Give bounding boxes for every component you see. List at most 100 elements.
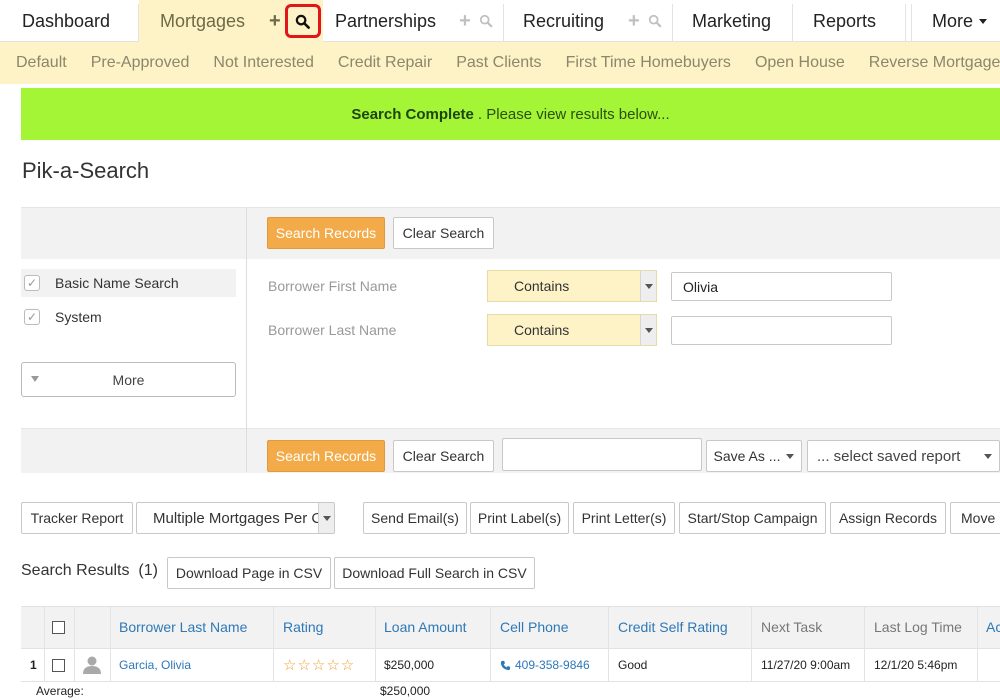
subnav-item[interactable]: Default [16,54,67,72]
filter-basic-name-search[interactable]: ✓ Basic Name Search [21,269,236,297]
col-borrower-last-name[interactable]: Borrower Last Name [119,606,247,648]
phone-icon [500,660,511,670]
start-stop-campaign-button[interactable]: Start/Stop Campaign [679,502,826,534]
star-rating[interactable]: ☆☆☆☆☆ [283,648,355,682]
tab-divider [503,4,504,42]
dropdown-arrow-icon [640,315,656,345]
col-loan-amount[interactable]: Loan Amount [384,606,467,648]
subnav-item[interactable]: Not Interested [213,54,314,72]
tab-label: Mortgages [160,10,246,31]
save-as-button[interactable]: Save As ... [706,440,802,472]
caret-down-icon [786,453,795,459]
avatar [82,648,102,682]
borrower-name-link[interactable]: Garcia, Olivia [119,648,191,682]
sub-nav: Default Pre-Approved Not Interested Cred… [0,42,1000,84]
column-divider [375,606,376,682]
first-name-input[interactable] [671,272,892,301]
row-checkbox[interactable] [52,648,65,682]
credit-self-rating: Good [618,658,648,672]
operator-value: Contains [514,278,570,294]
triangle-down-icon [31,376,39,382]
print-letters-button[interactable]: Print Letter(s) [573,502,675,534]
tab-reports[interactable]: Reports [813,0,876,42]
plus-icon[interactable]: + [459,11,471,31]
tab-marketing[interactable]: Marketing [692,0,771,42]
search-results-title: Search Results (1) [21,562,158,580]
tab-partnerships[interactable]: Partnerships + [335,0,493,42]
column-divider [110,606,111,682]
banner-bold: Search Complete [351,105,474,123]
page-title: Pik-a-Search [22,158,150,183]
dropdown-arrow-icon [640,271,656,301]
last-name-label: Borrower Last Name [268,322,397,338]
column-divider [977,606,978,682]
tab-recruiting[interactable]: Recruiting + [523,0,662,42]
col-next-task[interactable]: Next Task [761,606,822,648]
saved-report-placeholder: ... select saved report [817,447,961,465]
column-divider [864,606,865,682]
download-full-csv-button[interactable]: Download Full Search in CSV [334,557,535,589]
clear-search-button-bottom[interactable]: Clear Search [393,440,494,472]
first-name-label: Borrower First Name [268,278,398,294]
tab-divider [905,4,906,42]
multiple-mortgages-select[interactable]: Multiple Mortgages Per C [136,502,335,534]
print-labels-button[interactable]: Print Label(s) [470,502,569,534]
tracker-report-button[interactable]: Tracker Report [21,502,133,534]
download-page-csv-button[interactable]: Download Page in CSV [167,557,331,589]
report-name-input[interactable] [502,438,702,471]
subnav-item[interactable]: Past Clients [456,54,541,72]
subnav-item[interactable]: Reverse Mortgage [869,54,1000,72]
subnav-item[interactable]: First Time Homebuyers [566,54,731,72]
plus-icon[interactable]: + [628,11,640,31]
tab-label: Partnerships [335,10,437,31]
last-log-time: 12/1/20 5:46pm [874,658,958,672]
plus-icon[interactable]: + [269,11,281,31]
saved-report-select[interactable]: ... select saved report [807,440,1000,472]
subnav-item[interactable]: Open House [755,54,845,72]
tab-divider [672,4,673,42]
first-name-operator-select[interactable]: Contains [487,270,657,302]
operator-value: Contains [514,322,570,338]
clear-search-button[interactable]: Clear Search [393,217,494,249]
search-icon[interactable] [479,14,493,28]
search-icon[interactable] [648,14,662,28]
average-loan-amount: $250,000 [380,684,431,698]
col-rating[interactable]: Rating [283,606,323,648]
column-divider [490,606,491,682]
results-count: (1) [138,562,158,579]
more-label: More [932,10,974,31]
search-records-button-bottom[interactable]: Search Records [267,440,385,472]
last-name-input[interactable] [671,316,892,345]
filter-system[interactable]: ✓ System [21,303,236,331]
col-cell-phone[interactable]: Cell Phone [500,606,569,648]
cell-phone-link[interactable]: 409-358-9846 [500,648,590,682]
subnav-item[interactable]: Pre-Approved [91,54,190,72]
select-all-checkbox[interactable] [52,606,65,648]
search-records-button[interactable]: Search Records [267,217,385,249]
send-emails-button[interactable]: Send Email(s) [363,502,467,534]
tab-label: Reports [813,10,877,31]
col-credit-self-rating[interactable]: Credit Self Rating [618,606,728,648]
results-label: Search Results [21,562,130,579]
checkbox-checked-icon[interactable]: ✓ [24,275,40,291]
col-last-log-time[interactable]: Last Log Time [874,606,962,648]
caret-down-icon [984,453,993,459]
checkbox-checked-icon[interactable]: ✓ [24,309,40,325]
search-icon[interactable] [284,4,321,38]
more-menu[interactable]: More [932,0,988,42]
tab-mortgages[interactable]: Mortgages + [139,0,323,42]
person-icon [83,656,101,674]
column-divider [608,606,609,682]
tab-label: Recruiting [523,10,605,31]
assign-records-button[interactable]: Assign Records [830,502,946,534]
more-label: More [112,371,145,388]
col-ac[interactable]: Ac [986,606,1000,648]
more-filters-button[interactable]: More [21,362,236,397]
column-divider [74,606,75,682]
caret-down-icon [979,18,988,24]
last-name-operator-select[interactable]: Contains [487,314,657,346]
success-banner: Search Complete. Please view results bel… [21,88,1000,140]
subnav-item[interactable]: Credit Repair [338,54,432,72]
tab-dashboard[interactable]: Dashboard [22,0,110,42]
move-button[interactable]: Move I [950,502,1000,534]
